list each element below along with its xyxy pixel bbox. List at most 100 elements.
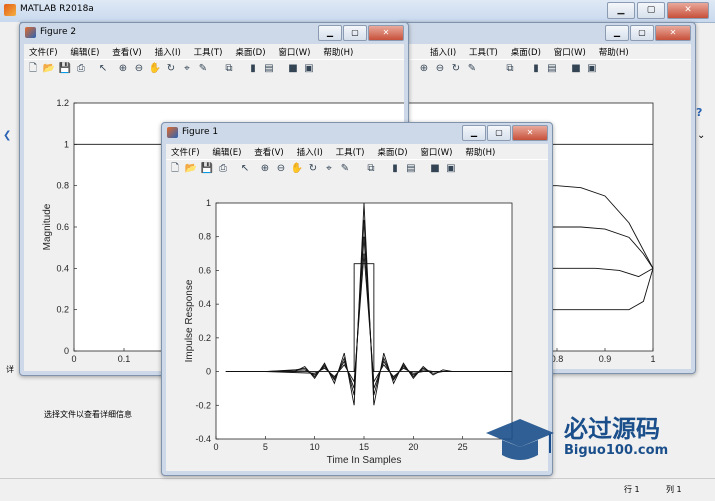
maximize-button[interactable]: ▢ [487, 125, 511, 141]
zoom-in-icon[interactable]: ⊕ [417, 62, 431, 76]
brush-icon[interactable]: ✎ [338, 162, 352, 176]
data-cursor-icon[interactable]: ⌖ [180, 62, 194, 76]
y-tick-label: 0.8 [198, 232, 211, 242]
details-tab[interactable]: 详 [6, 364, 14, 375]
y-tick-label: 1.2 [56, 98, 69, 108]
maximize-button[interactable]: ▢ [343, 25, 367, 41]
rotate-icon[interactable]: ↻ [164, 62, 178, 76]
pan-icon[interactable]: ✋ [148, 62, 162, 76]
menu-window[interactable]: 窗口(W) [273, 44, 315, 58]
y-tick-label: 1 [64, 139, 69, 149]
link-plot-icon[interactable]: ⧉ [364, 162, 378, 176]
legend-icon[interactable]: ▤ [404, 162, 418, 176]
legend-icon[interactable]: ▤ [545, 62, 559, 76]
menu-tools[interactable]: 工具(T) [331, 144, 370, 158]
brush-icon[interactable]: ✎ [196, 62, 210, 76]
print-icon[interactable]: ⎙ [216, 162, 230, 176]
zoom-out-icon[interactable]: ⊖ [274, 162, 288, 176]
hide-plot-tools-icon[interactable]: ■ [569, 62, 583, 76]
data-cursor-icon[interactable]: ⌖ [322, 162, 336, 176]
figure3-title-bar: ▁ ▢ ✕ [399, 23, 695, 43]
minimize-button[interactable]: ▁ [605, 25, 629, 41]
menu-help[interactable]: 帮助(H) [460, 144, 500, 158]
menu-desktop[interactable]: 桌面(D) [230, 44, 270, 58]
zoom-in-icon[interactable]: ⊕ [258, 162, 272, 176]
close-button[interactable]: ✕ [667, 2, 709, 19]
minimize-button[interactable]: ▁ [318, 25, 342, 41]
hide-plot-tools-icon[interactable]: ■ [428, 162, 442, 176]
menu-help[interactable]: 帮助(H) [594, 44, 634, 58]
rotate-icon[interactable]: ↻ [449, 62, 463, 76]
zoom-out-icon[interactable]: ⊖ [433, 62, 447, 76]
link-plot-icon[interactable]: ⧉ [222, 62, 236, 76]
zoom-out-icon[interactable]: ⊖ [132, 62, 146, 76]
zoom-in-icon[interactable]: ⊕ [116, 62, 130, 76]
y-axis-label: Impulse Response [184, 279, 195, 362]
menu-file[interactable]: 文件(F) [24, 44, 63, 58]
figure2-menubar: 文件(F) 编辑(E) 查看(V) 插入(I) 工具(T) 桌面(D) 窗口(W… [24, 44, 404, 59]
figure2-title: Figure 2 [40, 27, 77, 37]
maximize-button[interactable]: ▢ [630, 25, 654, 41]
menu-tools[interactable]: 工具(T) [189, 44, 228, 58]
rotate-icon[interactable]: ↻ [306, 162, 320, 176]
menu-window[interactable]: 窗口(W) [415, 144, 457, 158]
figure2-window-controls: ▁ ▢ ✕ [318, 25, 404, 41]
close-button[interactable]: ✕ [368, 25, 404, 41]
hide-plot-tools-icon[interactable]: ■ [286, 62, 300, 76]
left-arrow-icon[interactable]: ❮ [3, 130, 11, 141]
figure1-toolbar: 🗋 📂 💾 ⎙ ↖ ⊕ ⊖ ✋ ↻ ⌖ ✎ ⧉ ▮ ▤ ■ ▣ [166, 159, 548, 180]
x-tick-label: 20 [408, 442, 418, 452]
colorbar-icon[interactable]: ▮ [388, 162, 402, 176]
pointer-icon[interactable]: ↖ [96, 62, 110, 76]
y-tick-label: 0.4 [198, 299, 211, 309]
x-tick-label: 0 [213, 442, 218, 452]
status-line: 行 1 [624, 485, 640, 494]
close-button[interactable]: ✕ [655, 25, 691, 41]
colorbar-icon[interactable]: ▮ [246, 62, 260, 76]
main-title-bar: MATLAB R2018a ▁ ▢ ✕ [0, 0, 715, 23]
menu-help[interactable]: 帮助(H) [318, 44, 358, 58]
link-plot-icon[interactable]: ⧉ [503, 62, 517, 76]
menu-desktop[interactable]: 桌面(D) [372, 144, 412, 158]
new-figure-icon[interactable]: 🗋 [168, 162, 182, 176]
x-tick-label: 10 [310, 442, 320, 452]
menu-edit[interactable]: 编辑(E) [207, 144, 246, 158]
help-icon[interactable]: ? [696, 106, 702, 119]
figure2-title-bar: Figure 2 ▁ ▢ ✕ [20, 23, 408, 43]
show-plot-tools-icon[interactable]: ▣ [585, 62, 599, 76]
pointer-icon[interactable]: ↖ [238, 162, 252, 176]
menu-view[interactable]: 查看(V) [107, 44, 146, 58]
x-tick-label: 25 [458, 442, 468, 452]
menu-edit[interactable]: 编辑(E) [65, 44, 104, 58]
figure2-toolbar: 🗋 📂 💾 ⎙ ↖ ⊕ ⊖ ✋ ↻ ⌖ ✎ ⧉ ▮ ▤ ■ ▣ [24, 59, 404, 80]
data-cursor-icon[interactable]: ✎ [465, 62, 479, 76]
menu-insert[interactable]: 插入(I) [425, 44, 461, 58]
minimize-button[interactable]: ▁ [462, 125, 486, 141]
print-icon[interactable]: ⎙ [74, 62, 88, 76]
open-icon[interactable]: 📂 [184, 162, 198, 176]
x-tick-label: 5 [263, 442, 268, 452]
chevron-down-icon[interactable]: ⌄ [697, 130, 705, 141]
save-icon[interactable]: 💾 [200, 162, 214, 176]
menu-window[interactable]: 窗口(W) [549, 44, 591, 58]
x-tick-label: 0 [71, 354, 76, 364]
menu-desktop[interactable]: 桌面(D) [506, 44, 546, 58]
save-icon[interactable]: 💾 [58, 62, 72, 76]
minimize-button[interactable]: ▁ [607, 2, 635, 19]
legend-icon[interactable]: ▤ [262, 62, 276, 76]
select-file-hint: 选择文件以查看详细信息 [44, 410, 132, 419]
menu-file[interactable]: 文件(F) [166, 144, 205, 158]
close-button[interactable]: ✕ [512, 125, 548, 141]
open-icon[interactable]: 📂 [42, 62, 56, 76]
new-figure-icon[interactable]: 🗋 [26, 62, 40, 76]
menu-view[interactable]: 查看(V) [249, 144, 288, 158]
colorbar-icon[interactable]: ▮ [529, 62, 543, 76]
pan-icon[interactable]: ✋ [290, 162, 304, 176]
menu-insert[interactable]: 插入(I) [292, 144, 328, 158]
maximize-button[interactable]: ▢ [637, 2, 665, 19]
menu-insert[interactable]: 插入(I) [150, 44, 186, 58]
figure1-window-controls: ▁ ▢ ✕ [462, 125, 548, 141]
show-plot-tools-icon[interactable]: ▣ [302, 62, 316, 76]
menu-tools[interactable]: 工具(T) [464, 44, 503, 58]
show-plot-tools-icon[interactable]: ▣ [444, 162, 458, 176]
